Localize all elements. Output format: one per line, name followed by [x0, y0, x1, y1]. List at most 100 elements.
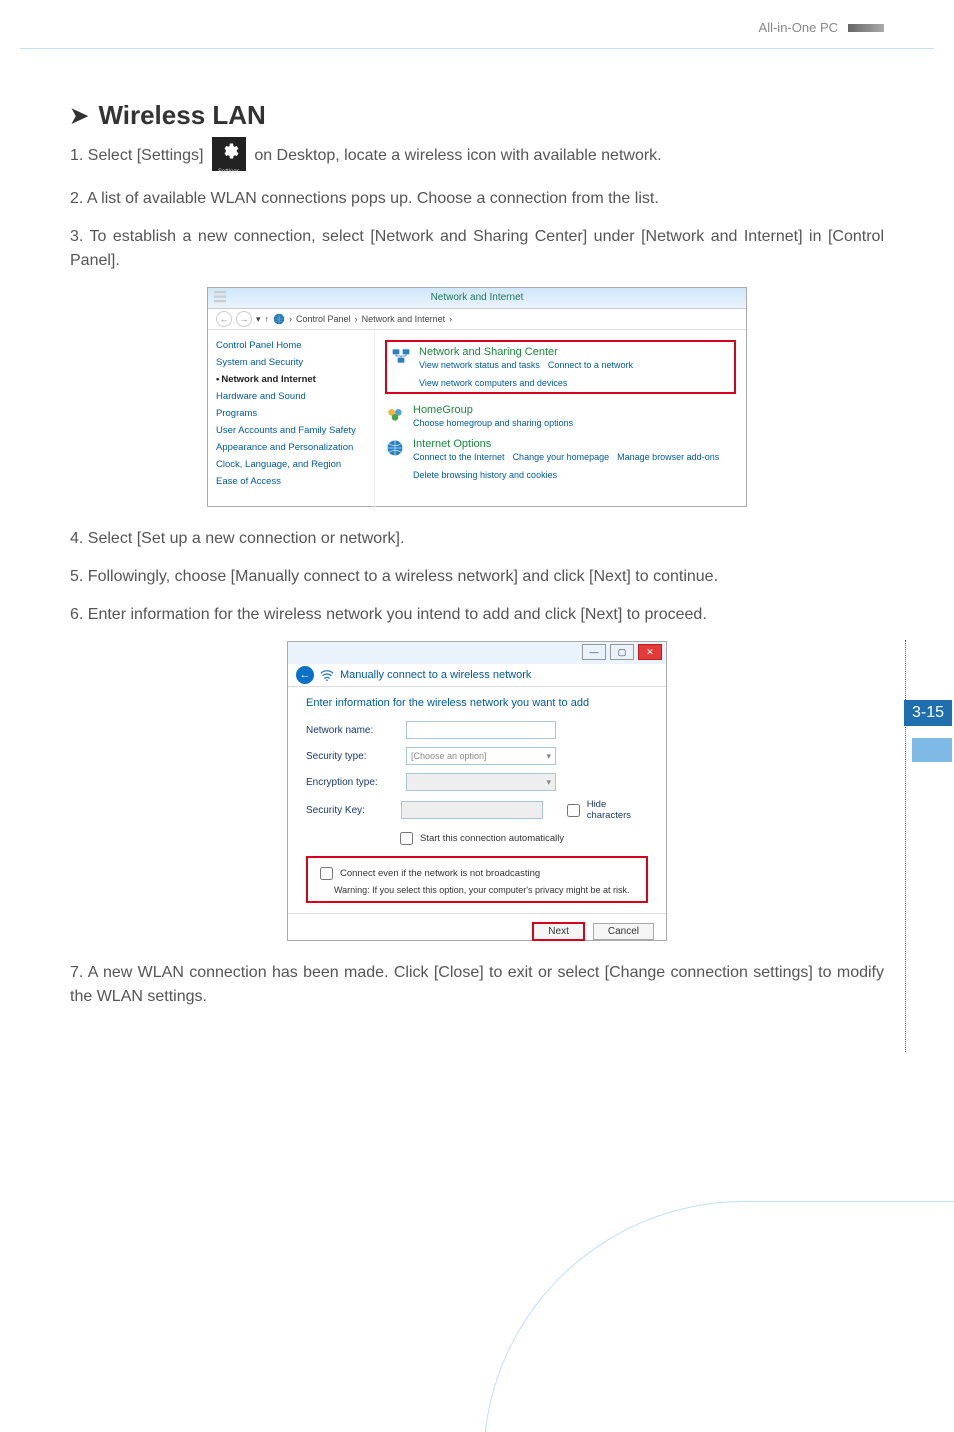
link-internet-options[interactable]: Internet Options	[413, 438, 736, 450]
nav-back-button[interactable]: ←	[216, 311, 232, 327]
checkbox-connect-hidden[interactable]	[320, 867, 333, 880]
window-titlebar: Network and Internet	[208, 288, 746, 308]
window-menu-icon[interactable]	[214, 291, 226, 303]
link-homegroup-options[interactable]: Choose homegroup and sharing options	[413, 418, 573, 428]
step-5: 5. Followingly, choose [Manually connect…	[70, 565, 884, 589]
step-1-post: on Desktop, locate a wireless icon with …	[254, 147, 661, 164]
link-row: Choose homegroup and sharing options	[413, 418, 573, 428]
step-4: 4. Select [Set up a new connection or ne…	[70, 527, 884, 551]
sidebar-item-hardware-sound[interactable]: Hardware and Sound	[216, 391, 366, 402]
link-row: View network status and tasks Connect to…	[419, 360, 730, 388]
wizard-prompt: Enter information for the wireless netwo…	[306, 697, 648, 709]
page-number-tab: 3-15	[904, 700, 952, 726]
select-value: [Choose an option]	[411, 751, 487, 761]
page-header: All-in-One PC	[759, 20, 884, 35]
cancel-button[interactable]: Cancel	[593, 923, 654, 940]
checkbox-hide-characters[interactable]	[567, 804, 580, 817]
link-network-sharing-center[interactable]: Network and Sharing Center	[419, 346, 730, 358]
select-encryption-type[interactable]: ▾	[406, 773, 556, 791]
select-security-type[interactable]: [Choose an option] ▾	[406, 747, 556, 765]
sidebar-item-system-security[interactable]: System and Security	[216, 357, 366, 368]
label-hide-characters: Hide characters	[587, 799, 648, 821]
control-panel-sidebar: Control Panel Home System and Security •…	[208, 330, 375, 508]
corner-curve-decoration	[483, 1201, 954, 1432]
breadcrumb-item-control-panel[interactable]: Control Panel	[296, 314, 351, 324]
breadcrumb-sep: ›	[355, 314, 358, 324]
row-security-type: Security type: [Choose an option] ▾	[306, 747, 648, 765]
label-security-type: Security type:	[306, 751, 396, 762]
hidden-network-warning: Warning: If you select this option, your…	[334, 885, 638, 895]
wizard-footer: Next Cancel	[288, 913, 666, 948]
heading-row: ➤ Wireless LAN	[70, 100, 884, 131]
side-dotted-line	[905, 640, 906, 1052]
breadcrumb-item-network-internet[interactable]: Network and Internet	[362, 314, 446, 324]
wifi-icon	[320, 668, 334, 682]
control-panel-body: Control Panel Home System and Security •…	[208, 330, 746, 508]
sidebar-item-cp-home[interactable]: Control Panel Home	[216, 340, 366, 351]
step-2: 2. A list of available WLAN connections …	[70, 187, 884, 211]
screenshot-wireless-wizard: — ▢ ✕ ← Manually connect to a wireless n…	[287, 641, 667, 941]
close-button[interactable]: ✕	[638, 644, 662, 660]
chevron-right-icon: ➤	[70, 103, 88, 129]
step-7: 7. A new WLAN connection has been made. …	[70, 961, 884, 1009]
link-connect-network[interactable]: Connect to a network	[548, 360, 633, 370]
wizard-back-button[interactable]: ←	[296, 666, 314, 684]
nav-up-button[interactable]: ↑	[265, 314, 270, 324]
wizard-body: Enter information for the wireless netwo…	[288, 687, 666, 913]
chevron-down-icon: ▾	[546, 751, 551, 762]
step-3: 3. To establish a new connection, select…	[70, 225, 884, 273]
label-connect-hidden: Connect even if the network is not broad…	[340, 868, 540, 879]
row-security-key: Security Key: Hide characters	[306, 799, 648, 821]
nav-forward-button[interactable]: →	[236, 311, 252, 327]
link-connect-internet[interactable]: Connect to the Internet	[413, 452, 505, 462]
next-button[interactable]: Next	[532, 922, 585, 941]
globe-icon	[273, 313, 285, 325]
sidebar-item-clock-lang-region[interactable]: Clock, Language, and Region	[216, 459, 366, 470]
minimize-button[interactable]: —	[582, 644, 606, 660]
checkbox-auto-start[interactable]	[400, 832, 413, 845]
internet-options-icon	[385, 438, 405, 458]
link-view-computers-devices[interactable]: View network computers and devices	[419, 378, 567, 388]
link-homegroup[interactable]: HomeGroup	[413, 404, 573, 416]
input-security-key[interactable]	[401, 801, 543, 819]
content-area: ➤ Wireless LAN 1. Select [Settings] Sett…	[70, 100, 884, 1009]
screenshot-control-panel: Network and Internet ← → ▾ ↑ › Control P…	[207, 287, 747, 507]
sidebar-item-appearance[interactable]: Appearance and Personalization	[216, 442, 366, 453]
step-1-pre: 1. Select [Settings]	[70, 147, 203, 164]
gear-icon	[219, 141, 239, 161]
wizard-titlebar: — ▢ ✕	[288, 642, 666, 664]
link-manage-addons[interactable]: Manage browser add-ons	[617, 452, 719, 462]
step-1: 1. Select [Settings] Settings on Desktop…	[70, 139, 884, 173]
product-name: All-in-One PC	[759, 20, 838, 35]
header-mark-icon	[848, 24, 884, 32]
sidebar-item-ease-of-access[interactable]: Ease of Access	[216, 476, 366, 487]
checkbox-connect-hidden-row: Connect even if the network is not broad…	[316, 864, 638, 883]
row-network-name: Network name:	[306, 721, 648, 739]
sidebar-item-user-accounts[interactable]: User Accounts and Family Safety	[216, 425, 366, 436]
label-network-name: Network name:	[306, 725, 396, 736]
breadcrumb: ← → ▾ ↑ › Control Panel › Network and In…	[208, 308, 746, 330]
window-title: Network and Internet	[431, 292, 524, 303]
input-network-name[interactable]	[406, 721, 556, 739]
nav-history-dropdown[interactable]: ▾	[256, 314, 261, 325]
settings-icon-label: Settings	[212, 169, 246, 175]
settings-app-icon: Settings	[212, 137, 246, 171]
active-bullet-icon: •	[216, 374, 219, 385]
breadcrumb-sep: ›	[289, 314, 292, 324]
checkbox-hide-characters-row: Hide characters	[563, 799, 648, 821]
wizard-title: Manually connect to a wireless network	[340, 669, 531, 681]
sidebar-item-programs[interactable]: Programs	[216, 408, 366, 419]
link-delete-history[interactable]: Delete browsing history and cookies	[413, 470, 557, 480]
chevron-down-icon: ▾	[546, 777, 551, 788]
breadcrumb-sep: ›	[449, 314, 452, 324]
maximize-button[interactable]: ▢	[610, 644, 634, 660]
block-network-sharing-center: Network and Sharing Center View network …	[385, 340, 736, 394]
page-title: Wireless LAN	[98, 100, 265, 131]
block-internet-options: Internet Options Connect to the Internet…	[385, 438, 736, 480]
sidebar-item-network-internet[interactable]: •Network and Internet	[216, 374, 366, 385]
block-texts: HomeGroup Choose homegroup and sharing o…	[413, 404, 573, 428]
link-change-homepage[interactable]: Change your homepage	[513, 452, 610, 462]
link-view-status-tasks[interactable]: View network status and tasks	[419, 360, 540, 370]
label-encryption-type: Encryption type:	[306, 777, 396, 788]
label-security-key: Security Key:	[306, 805, 391, 816]
